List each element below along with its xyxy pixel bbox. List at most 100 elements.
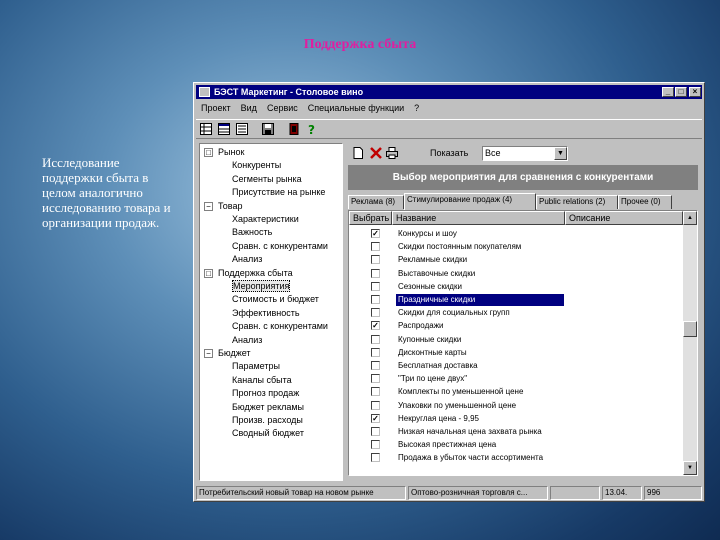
row-checkbox[interactable]: [371, 387, 380, 397]
menu-service[interactable]: Сервис: [262, 101, 303, 115]
measures-list: Выбрать Название Описание ▲ ▼ ✓ Конкурсы …: [348, 210, 698, 476]
tree-item[interactable]: Мероприятия: [200, 280, 291, 292]
tree-label: Важность: [232, 227, 273, 238]
row-checkbox[interactable]: [371, 268, 380, 278]
row-checkbox[interactable]: [371, 255, 380, 265]
tree-item[interactable]: Характеристики: [200, 213, 299, 225]
row-checkbox[interactable]: ✓: [371, 229, 380, 238]
menu-project[interactable]: Проект: [196, 101, 236, 115]
tree-item[interactable]: Присутствие на рынке: [200, 186, 325, 198]
table-row[interactable]: Рекламные скидки: [349, 254, 683, 266]
row-checkbox[interactable]: ✓: [371, 321, 380, 331]
table-row[interactable]: ✓ Конкурсы и шоу: [349, 228, 683, 240]
table-row[interactable]: "Три по цене двух": [349, 373, 683, 385]
tree-item[interactable]: Сравн. с конкурентами: [200, 240, 328, 252]
tab-sales-promotion[interactable]: Стимулирование продаж (4): [404, 193, 536, 210]
panel-banner: Выбор мероприятия для сравнения с конкур…: [348, 165, 698, 190]
expander-icon[interactable]: □: [204, 268, 213, 278]
tree-item[interactable]: Эффективность: [200, 307, 300, 319]
table-row[interactable]: Дисконтные карты: [349, 347, 683, 359]
table-row[interactable]: Бесплатная доставка: [349, 360, 683, 372]
row-name: Скидки постоянным покупателям: [398, 242, 522, 252]
row-checkbox[interactable]: [371, 242, 380, 252]
row-checkbox[interactable]: [371, 440, 380, 450]
expander-icon[interactable]: −: [204, 201, 213, 211]
menu-help[interactable]: ?: [409, 101, 424, 115]
row-checkbox[interactable]: [371, 281, 380, 291]
table-row[interactable]: ✓ Распродажи: [349, 320, 683, 332]
maximize-button[interactable]: □: [675, 87, 687, 97]
row-checkbox[interactable]: [371, 361, 380, 370]
table-row[interactable]: Выставочные скидки: [349, 268, 683, 280]
tab-other[interactable]: Прочее (0): [618, 195, 672, 209]
table-row[interactable]: Высокая престижная цена: [349, 439, 683, 451]
table-row[interactable]: Скидки постоянным покупателям: [349, 241, 683, 253]
row-checkbox[interactable]: [371, 374, 380, 384]
table-row[interactable]: Купонные скидки: [349, 334, 683, 346]
row-checkbox[interactable]: [371, 453, 380, 463]
tab-public-relations[interactable]: Public relations (2): [536, 195, 618, 209]
minimize-button[interactable]: _: [662, 87, 674, 97]
print-icon[interactable]: [386, 147, 398, 159]
row-checkbox[interactable]: ✓: [371, 413, 380, 423]
column-header-select[interactable]: Выбрать: [349, 211, 392, 225]
tree-item[interactable]: Анализ: [200, 253, 262, 265]
list-icon[interactable]: [236, 123, 248, 135]
expander-icon[interactable]: □: [204, 148, 213, 157]
tree-item[interactable]: Стоимость и бюджет: [200, 293, 319, 305]
app-icon: [199, 87, 210, 97]
expander-icon[interactable]: −: [204, 349, 213, 358]
tree-label: Сравн. с конкурентами: [232, 321, 328, 332]
tree-item[interactable]: Сравн. с конкурентами: [200, 320, 328, 332]
tab-advertising[interactable]: Реклама (8): [348, 195, 404, 209]
row-checkbox[interactable]: [371, 347, 380, 357]
menu-special-functions[interactable]: Специальные функции: [303, 101, 409, 115]
exit-icon[interactable]: [288, 123, 300, 135]
row-checkbox[interactable]: [371, 400, 380, 410]
list-scrollbar[interactable]: ▲ ▼: [683, 211, 697, 475]
menu-view[interactable]: Вид: [236, 101, 262, 115]
row-checkbox[interactable]: [371, 308, 380, 318]
tree-item[interactable]: Каналы сбыта: [200, 374, 292, 386]
table-row[interactable]: Скидки для социальных групп: [349, 307, 683, 319]
scroll-up-icon[interactable]: ▲: [683, 211, 697, 225]
tree-node[interactable]: − Товар: [200, 200, 243, 212]
tree-node[interactable]: − Бюджет: [200, 347, 251, 359]
scroll-down-icon[interactable]: ▼: [683, 461, 697, 475]
tree-item[interactable]: Сводный бюджет: [200, 427, 304, 439]
table-row[interactable]: Продажа в убыток части ассортимента: [349, 452, 683, 464]
column-header-description[interactable]: Описание: [565, 211, 683, 225]
new-doc-icon[interactable]: [352, 147, 364, 159]
row-checkbox[interactable]: [371, 427, 380, 436]
table-row[interactable]: Сезонные скидки: [349, 281, 683, 293]
chevron-down-icon[interactable]: ▼: [554, 147, 567, 160]
row-checkbox[interactable]: [371, 334, 380, 344]
panel-toolbar: Показать Все ▼: [346, 143, 702, 163]
tree-item[interactable]: Произв. расходы: [200, 414, 303, 426]
window-titlebar[interactable]: БЭСТ Маркетинг - Столовое вино _ □ ×: [196, 85, 702, 99]
table-row[interactable]: Комплекты по уменьшенной цене: [349, 386, 683, 398]
table-icon[interactable]: [218, 123, 230, 135]
tree-item[interactable]: Прогноз продаж: [200, 387, 299, 399]
tree-item[interactable]: Важность: [200, 226, 272, 238]
column-header-name[interactable]: Название: [392, 211, 565, 225]
show-filter-select[interactable]: Все ▼: [482, 146, 568, 161]
tree-item[interactable]: Анализ: [200, 334, 262, 346]
help-icon[interactable]: ?: [306, 123, 318, 135]
close-button[interactable]: ×: [689, 87, 701, 97]
tree-item[interactable]: Конкуренты: [200, 159, 281, 171]
row-checkbox[interactable]: [371, 295, 380, 304]
save-icon[interactable]: [262, 123, 274, 135]
table-row[interactable]: Низкая начальная цена захвата рынка: [349, 426, 683, 438]
tree-item[interactable]: Сегменты рынка: [200, 173, 302, 185]
tree-item[interactable]: Параметры: [200, 360, 280, 372]
tree-item[interactable]: Бюджет рекламы: [200, 401, 304, 413]
scroll-thumb[interactable]: [683, 321, 697, 337]
table-row[interactable]: Упаковки по уменьшенной цене: [349, 400, 683, 412]
delete-icon[interactable]: [370, 147, 382, 159]
tree-node[interactable]: □ Рынок: [200, 146, 244, 158]
tree-node[interactable]: □ Поддержка сбыта: [200, 267, 293, 279]
table-row[interactable]: ✓ Некруглая цена - 9,95: [349, 413, 683, 425]
grid-icon[interactable]: [200, 123, 212, 135]
table-row[interactable]: Праздничные скидки: [349, 294, 683, 306]
